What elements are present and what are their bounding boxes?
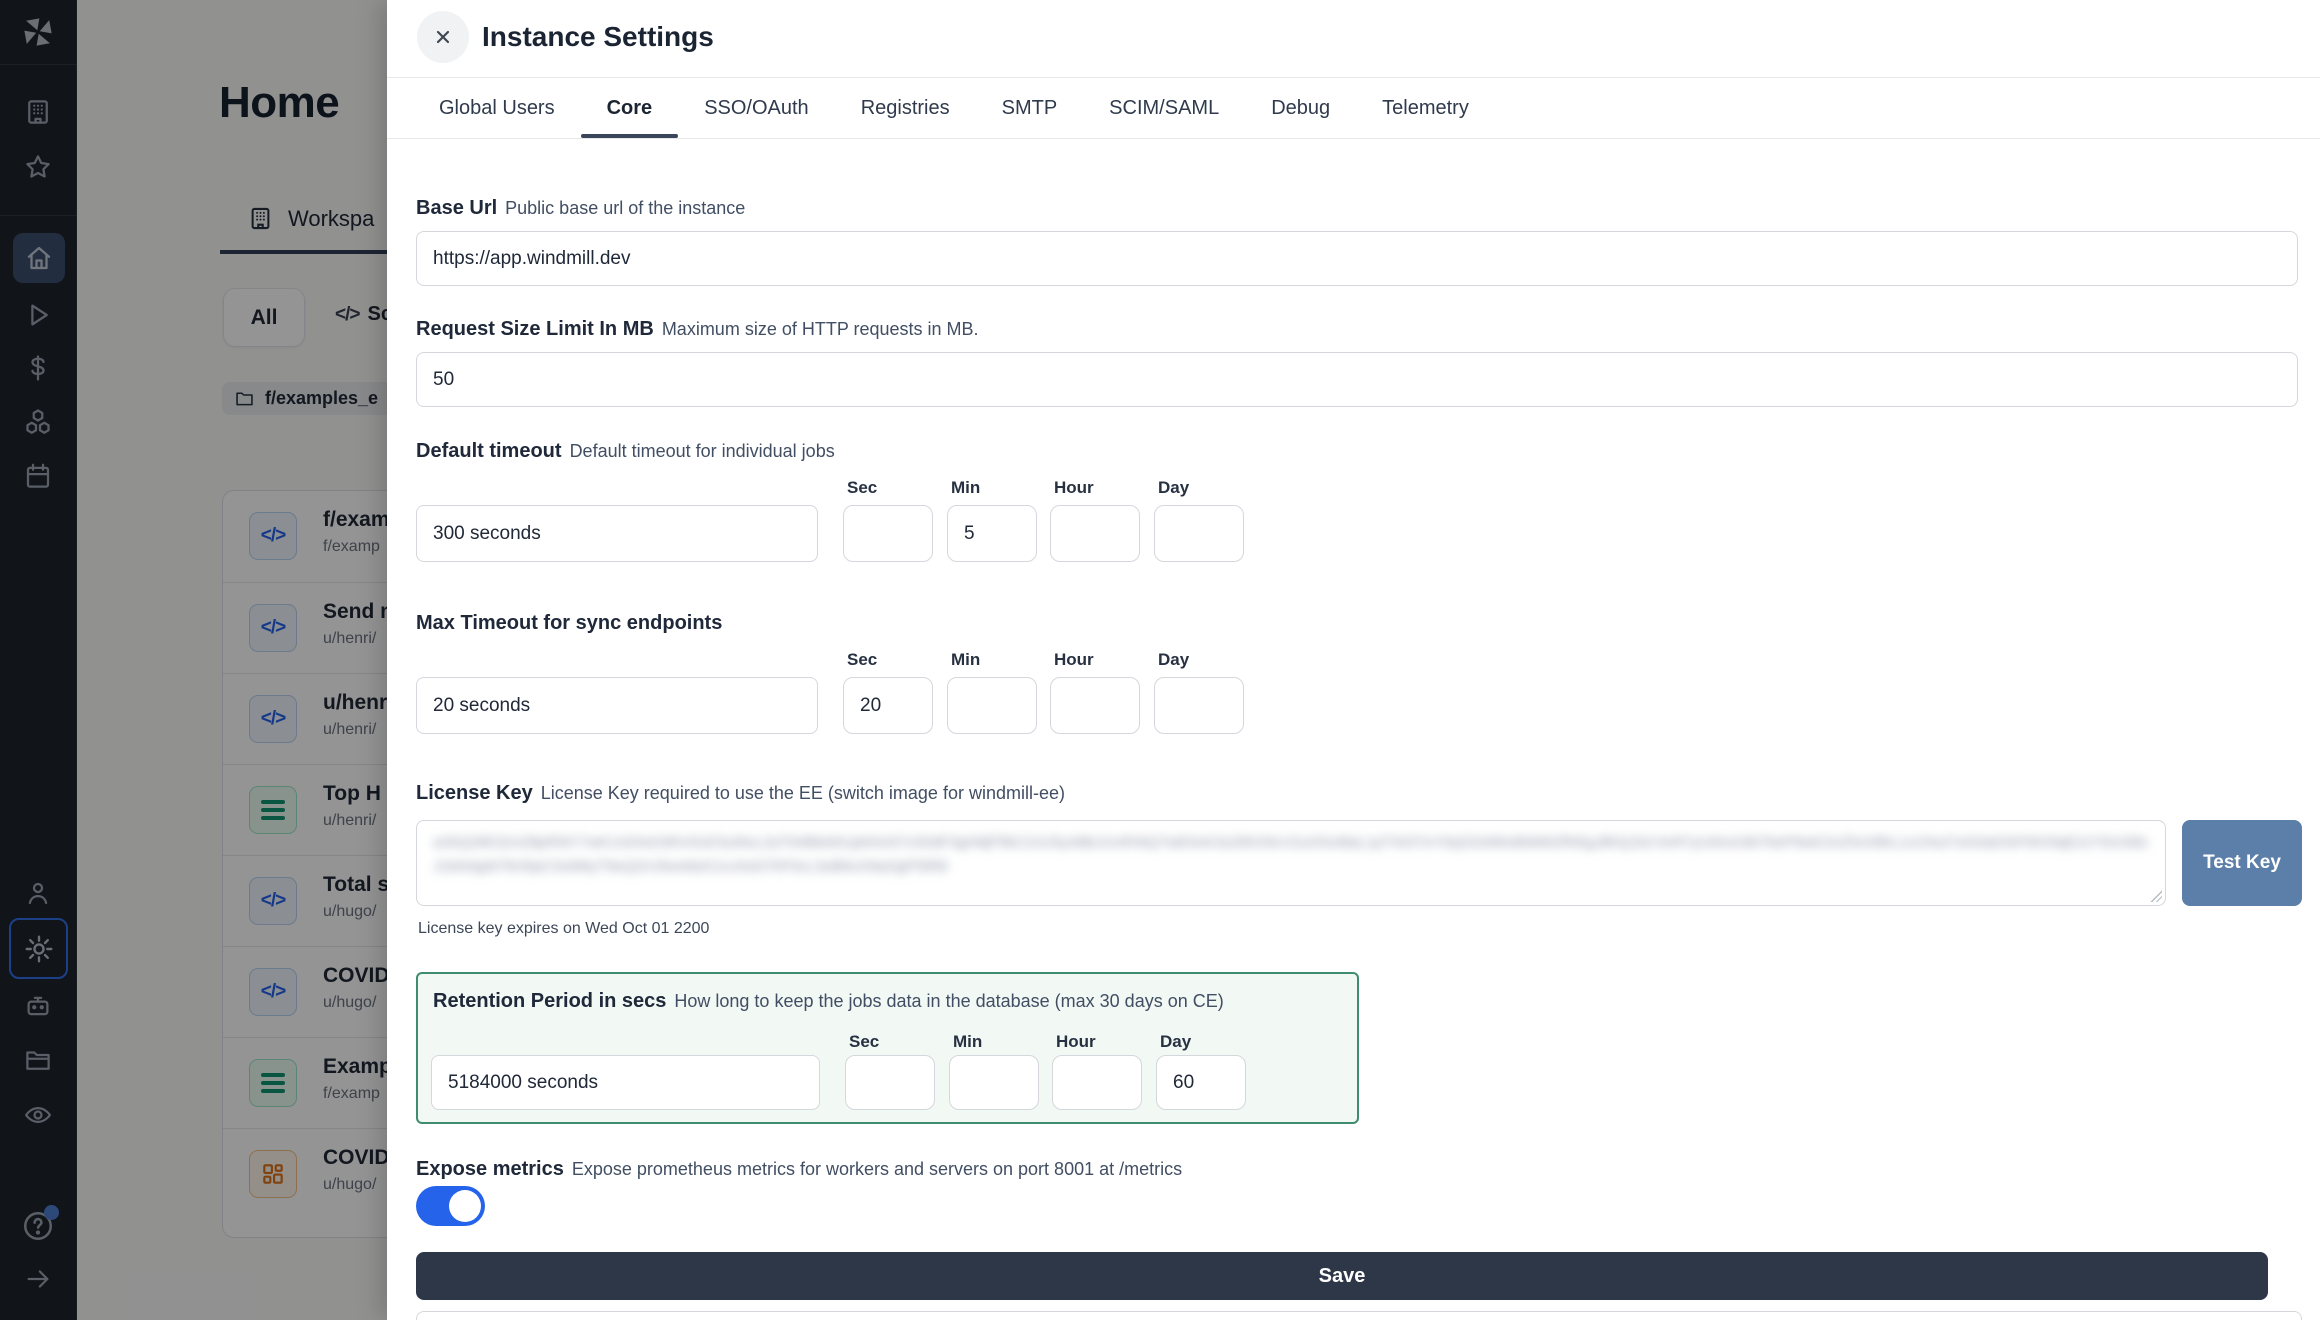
retention-input[interactable] [431,1055,820,1110]
sec-label: Sec [847,478,877,498]
tab-smtp[interactable]: SMTP [1002,78,1058,138]
test-key-button[interactable]: Test Key [2182,820,2302,906]
license-key-textarea[interactable]: aXbQ39fJ2mZ8pR5tY7wK1nD4sG6hV0cE3uI9oL2a… [416,820,2166,906]
expose-metrics-toggle[interactable] [416,1186,485,1226]
day-label: Day [1158,650,1189,670]
max-timeout-sec-input[interactable] [843,677,933,734]
day-label: Day [1158,478,1189,498]
instance-settings-modal: Instance Settings Global Users Core SSO/… [387,0,2320,1320]
retention-sec-input[interactable] [845,1055,935,1110]
hour-label: Hour [1056,1032,1096,1052]
license-key-label: License KeyLicense Key required to use t… [416,782,1065,805]
request-size-label: Request Size Limit In MBMaximum size of … [416,318,979,341]
min-label: Min [953,1032,982,1052]
settings-tabs: Global Users Core SSO/OAuth Registries S… [387,78,2320,139]
retention-day-input[interactable] [1156,1055,1246,1110]
default-timeout-hour-input[interactable] [1050,505,1140,562]
next-field-partial[interactable] [416,1311,2302,1320]
sec-label: Sec [849,1032,879,1052]
tab-sso-oauth[interactable]: SSO/OAuth [704,78,809,138]
default-timeout-input[interactable] [416,505,818,562]
retention-hour-input[interactable] [1052,1055,1142,1110]
request-size-input[interactable] [416,352,2298,407]
app-window: Home Workspa All </> Sc f/examples_e </>… [0,0,2320,1320]
base-url-label: Base UrlPublic base url of the instance [416,197,745,220]
min-label: Min [951,650,980,670]
default-timeout-sec-input[interactable] [843,505,933,562]
max-timeout-hour-input[interactable] [1050,677,1140,734]
max-timeout-input[interactable] [416,677,818,734]
close-icon [431,25,455,49]
base-url-input[interactable] [416,231,2298,286]
tab-telemetry[interactable]: Telemetry [1382,78,1469,138]
retention-min-input[interactable] [949,1055,1039,1110]
tab-registries[interactable]: Registries [861,78,950,138]
default-timeout-day-input[interactable] [1154,505,1244,562]
default-timeout-min-input[interactable] [947,505,1037,562]
modal-title: Instance Settings [482,21,714,53]
sec-label: Sec [847,650,877,670]
retention-period-section: Retention Period in secsHow long to keep… [416,972,1359,1124]
close-button[interactable] [417,11,469,63]
license-expiry-note: License key expires on Wed Oct 01 2200 [418,920,709,938]
toggle-knob [449,1190,481,1222]
license-key-value-obfuscated: aXbQ39fJ2mZ8pR5tY7wK1nD4sG6hV0cE3uI9oL2a… [433,831,2149,879]
default-timeout-label: Default timeoutDefault timeout for indiv… [416,440,835,463]
max-timeout-min-input[interactable] [947,677,1037,734]
hour-label: Hour [1054,650,1094,670]
tab-debug[interactable]: Debug [1271,78,1330,138]
tab-core[interactable]: Core [607,78,653,138]
retention-label: Retention Period in secsHow long to keep… [433,990,1224,1013]
tab-scim-saml[interactable]: SCIM/SAML [1109,78,1219,138]
expose-metrics-label: Expose metricsExpose prometheus metrics … [416,1158,1182,1181]
day-label: Day [1160,1032,1191,1052]
max-timeout-label: Max Timeout for sync endpoints [416,612,730,635]
modal-backdrop[interactable] [0,0,387,1320]
max-timeout-day-input[interactable] [1154,677,1244,734]
tab-global-users[interactable]: Global Users [439,78,555,138]
resize-handle[interactable] [2149,889,2162,902]
hour-label: Hour [1054,478,1094,498]
save-button[interactable]: Save [416,1252,2268,1300]
min-label: Min [951,478,980,498]
